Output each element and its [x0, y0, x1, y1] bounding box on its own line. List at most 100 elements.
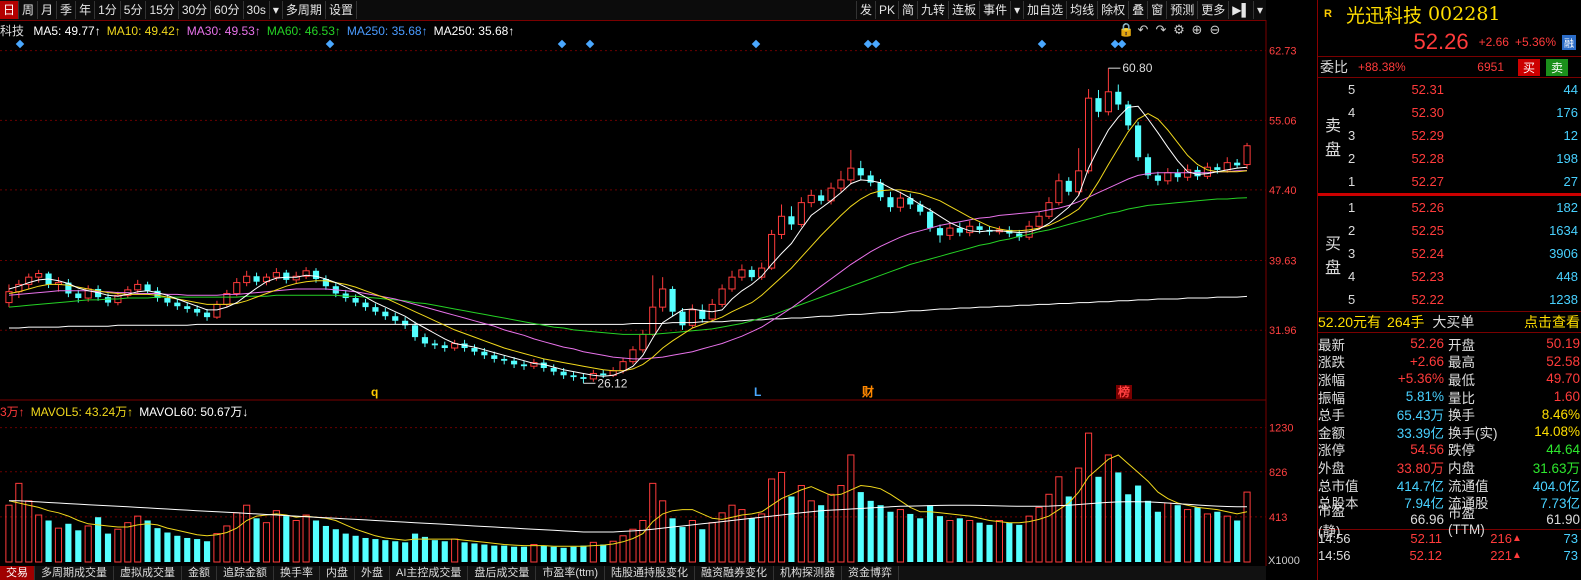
volume-bar	[1144, 500, 1152, 562]
ask-side-label: 卖	[1324, 117, 1341, 135]
volume-bar	[1223, 515, 1231, 563]
indicator-tab[interactable]: 机构探测器	[774, 566, 843, 580]
candle-body	[1144, 157, 1152, 176]
volume-bar	[907, 513, 914, 562]
vol-ma-value: MAVOL5: 43.24万↑	[30, 405, 134, 419]
stat-value: 33.39亿	[1396, 425, 1444, 441]
price-tick-label: 39.63	[1269, 256, 1297, 268]
big-deal-row[interactable]: 52.20元有 264手 大买单 点击查看	[1318, 311, 1581, 333]
indicator-tab[interactable]: 市盈率(ttm)	[536, 566, 606, 580]
volume-bar	[758, 513, 766, 563]
bid-row[interactable]: 5 52.22 1238	[1348, 288, 1581, 311]
indicator-tab[interactable]: 资金博弈	[842, 566, 900, 580]
volume-tick-label: 413	[1269, 512, 1287, 524]
indicator-tab[interactable]: 交易	[0, 566, 35, 580]
ask-row[interactable]: 4 52.30 176	[1348, 101, 1581, 124]
candle-body	[392, 316, 399, 321]
ask-row[interactable]: 2 52.28 198	[1348, 147, 1581, 170]
volume-bar	[283, 516, 290, 562]
stock-code: 002281	[1427, 3, 1501, 25]
candle-body	[619, 361, 627, 372]
volume-bar	[84, 525, 92, 563]
bid-row[interactable]: 3 52.24 3906	[1348, 242, 1581, 265]
event-marker-icon	[863, 39, 873, 49]
ask-side-label: 盘	[1324, 141, 1341, 159]
indicator-tab[interactable]: 虚拟成交量	[114, 566, 182, 580]
candle-body	[768, 233, 776, 269]
volume-bar	[362, 537, 369, 562]
indicator-tab[interactable]: 换手率	[274, 566, 320, 580]
indicator-tab[interactable]: 外盘	[355, 566, 390, 580]
indicator-tab[interactable]: 陆股通持股变化	[605, 566, 696, 580]
ask-price: 52.31	[1411, 82, 1444, 97]
bid-level: 5	[1348, 292, 1356, 307]
candle-body	[679, 311, 686, 326]
indicator-tab[interactable]: 追踪金额	[217, 566, 274, 580]
price-tick-label: 31.96	[1269, 325, 1297, 337]
volume-bar	[1045, 493, 1053, 563]
volume-bar	[867, 500, 874, 562]
ask-row[interactable]: 5 52.31 44	[1348, 78, 1581, 101]
volume-bar	[65, 523, 72, 562]
indicator-tab[interactable]: AI主控成交量	[390, 566, 469, 580]
ask-row[interactable]: 1 52.27 27	[1348, 170, 1581, 193]
candle-body	[1154, 175, 1161, 181]
volume-bar	[481, 544, 488, 562]
ask-price: 52.27	[1411, 174, 1444, 189]
event-marker-icon	[871, 39, 881, 49]
volume-bar	[1104, 454, 1112, 563]
volume-bar	[1164, 502, 1172, 563]
ask-price: 52.30	[1411, 105, 1444, 120]
volume-bar	[174, 535, 181, 562]
bid-price: 52.24	[1411, 246, 1444, 261]
volume-bar	[728, 504, 736, 563]
volume-bar	[807, 500, 815, 563]
tick-row: 14:56 52.12 221 ▲ 73	[1318, 547, 1581, 564]
stat-row: 涨停 54.56 跌停 44.64	[1318, 441, 1581, 459]
volume-bar	[402, 542, 409, 562]
volume-bar	[560, 547, 567, 562]
big-deal-view-link[interactable]: 点击查看	[1524, 312, 1581, 332]
volume-unit-label: X1000	[1268, 555, 1300, 566]
stat-value: 7.73亿	[1540, 496, 1580, 512]
buy-button[interactable]: 买	[1518, 58, 1541, 76]
tick-list: 14:56 52.11 216 ▲ 73 14:56 52.12 221 ▲ 73	[1318, 528, 1581, 564]
margin-tag: 融	[1562, 34, 1576, 50]
bid-price: 52.26	[1411, 200, 1444, 215]
candle-body	[748, 269, 755, 278]
bid-row[interactable]: 1 52.26 182	[1348, 196, 1581, 219]
volume-bar	[1214, 511, 1221, 562]
indicator-tab[interactable]: 金额	[182, 566, 217, 580]
indicator-tab[interactable]: 融资融券变化	[695, 566, 775, 580]
stat-row: 总市值 414.7亿 流通值 404.0亿	[1318, 476, 1581, 494]
bid-price: 52.23	[1411, 269, 1444, 284]
candle-body	[243, 275, 251, 284]
volume-bar	[332, 529, 339, 562]
stat-row: 最新 52.26 开盘 50.19	[1318, 335, 1581, 353]
volume-bar	[659, 500, 667, 563]
indicator-tab[interactable]: 盘后成交量	[468, 566, 537, 580]
volume-bar	[927, 505, 934, 562]
ask-level: 4	[1348, 105, 1356, 120]
candle-body	[1164, 172, 1172, 182]
indicator-tab[interactable]: 内盘	[320, 566, 355, 580]
candle-body	[1055, 180, 1063, 204]
bid-row[interactable]: 4 52.23 448	[1348, 265, 1581, 288]
bid-row[interactable]: 2 52.25 1634	[1348, 219, 1581, 242]
indicator-tab[interactable]: 多周期成交量	[35, 566, 114, 580]
volume-bar	[75, 530, 82, 562]
candle-body	[946, 227, 954, 236]
price-tick-label: 62.73	[1269, 46, 1297, 58]
stat-value: 14.08%	[1534, 424, 1580, 440]
volume-bar	[669, 518, 676, 562]
volume-bar	[788, 496, 795, 562]
volume-bar	[272, 510, 280, 563]
candle-body	[600, 373, 607, 376]
ask-row[interactable]: 3 52.29 12	[1348, 124, 1581, 147]
volume-bar	[1125, 494, 1132, 562]
sell-button[interactable]: 卖	[1546, 58, 1569, 76]
volume-bar	[1055, 476, 1063, 563]
bid-side-label: 盘	[1324, 259, 1341, 277]
kline-chart[interactable]: 62.73 55.06 47.40 39.63 31.96 413 826 1230 X1000…	[0, 0, 1316, 566]
volume-bar	[688, 519, 696, 563]
